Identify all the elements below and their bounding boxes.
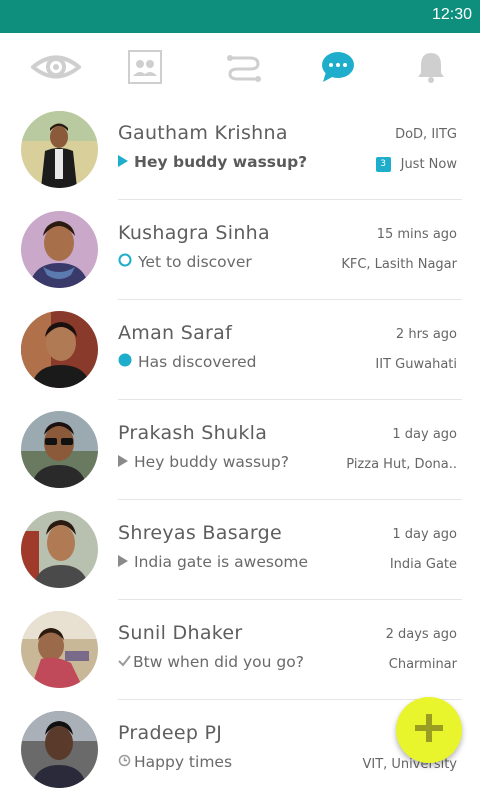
avatar (21, 511, 98, 588)
last-message: Happy times (118, 753, 232, 771)
tab-contacts[interactable] (97, 33, 193, 100)
contact-name: Shreyas Basarge (118, 522, 282, 544)
avatar (21, 111, 98, 188)
location-label: Pizza Hut, Dona.. (346, 457, 457, 472)
conversation-row[interactable]: Prakash Shukla 1 day ago Hey buddy wassu… (0, 400, 480, 500)
timestamp: 1 day ago (392, 527, 457, 542)
last-message-text: Hey buddy wassup? (134, 453, 289, 471)
last-message-text: India gate is awesome (134, 553, 309, 571)
location-label: DoD, IITG (395, 127, 457, 142)
timestamp: 2 hrs ago (395, 327, 457, 342)
play-icon (118, 153, 128, 171)
last-message: Hey buddy wassup? (118, 153, 307, 171)
last-message: Hey buddy wassup? (118, 453, 289, 471)
last-message-text: Happy times (134, 753, 233, 771)
timestamp: Just Now (400, 157, 457, 172)
location-label: India Gate (389, 557, 457, 572)
timestamp: 1 day ago (392, 427, 457, 442)
avatar (21, 311, 98, 388)
last-message-text: Btw when did you go? (133, 653, 304, 671)
new-message-fab[interactable] (396, 697, 462, 763)
last-message: India gate is awesome (118, 553, 308, 571)
tab-eye[interactable] (8, 33, 104, 100)
conversation-row[interactable]: Sunil Dhaker 2 days ago Btw when did you… (0, 600, 480, 700)
location-label: KFC, Lasith Nagar (341, 257, 457, 272)
conversation-row[interactable]: Gautham Krishna DoD, IITG Hey buddy wass… (0, 100, 480, 200)
timestamp-area: 3 Just Now (375, 157, 457, 172)
last-message: Yet to discover (118, 253, 252, 271)
play-icon (118, 453, 128, 471)
location-label: IIT Guwahati (375, 357, 457, 372)
last-message-text: Has discovered (138, 353, 257, 371)
status-bar: 12:30 (0, 0, 480, 33)
unread-badge: 3 (375, 157, 391, 172)
timestamp: 15 mins ago (376, 227, 457, 242)
avatar (21, 611, 98, 688)
check-icon (118, 653, 131, 671)
chat-bubble-icon (320, 50, 356, 84)
avatar (21, 411, 98, 488)
tab-route[interactable] (196, 33, 292, 100)
plus-icon (413, 712, 445, 748)
avatar (21, 211, 98, 288)
tab-bar (0, 33, 480, 100)
last-message-text: Hey buddy wassup? (134, 153, 308, 171)
contact-name: Gautham Krishna (118, 122, 288, 144)
last-message: Btw when did you go? (118, 653, 304, 671)
avatar (21, 711, 98, 788)
location-label: Charminar (388, 657, 457, 672)
contact-name: Aman Saraf (118, 322, 233, 344)
timestamp: 2 days ago (385, 627, 457, 642)
route-icon (226, 52, 262, 82)
contact-name: Pradeep PJ (118, 722, 223, 744)
contact-name: Kushagra Sinha (118, 222, 270, 244)
contact-name: Sunil Dhaker (118, 622, 243, 644)
tab-chat[interactable] (290, 33, 386, 100)
tab-notifications[interactable] (383, 33, 479, 100)
contact-name: Prakash Shukla (118, 422, 268, 444)
last-message-text: Yet to discover (138, 253, 252, 271)
play-icon (118, 553, 128, 571)
contacts-icon (127, 49, 163, 85)
clock-icon (118, 753, 131, 771)
eye-icon (31, 52, 81, 82)
conversation-row[interactable]: Aman Saraf 2 hrs ago Has discovered IIT … (0, 300, 480, 400)
conversation-row[interactable]: Kushagra Sinha 15 mins ago Yet to discov… (0, 200, 480, 300)
dot-icon (118, 353, 132, 371)
ring-icon (118, 253, 132, 271)
last-message: Has discovered (118, 353, 257, 371)
status-time: 12:30 (431, 6, 472, 23)
conversation-row[interactable]: Shreyas Basarge 1 day ago India gate is … (0, 500, 480, 600)
bell-icon (415, 50, 447, 84)
